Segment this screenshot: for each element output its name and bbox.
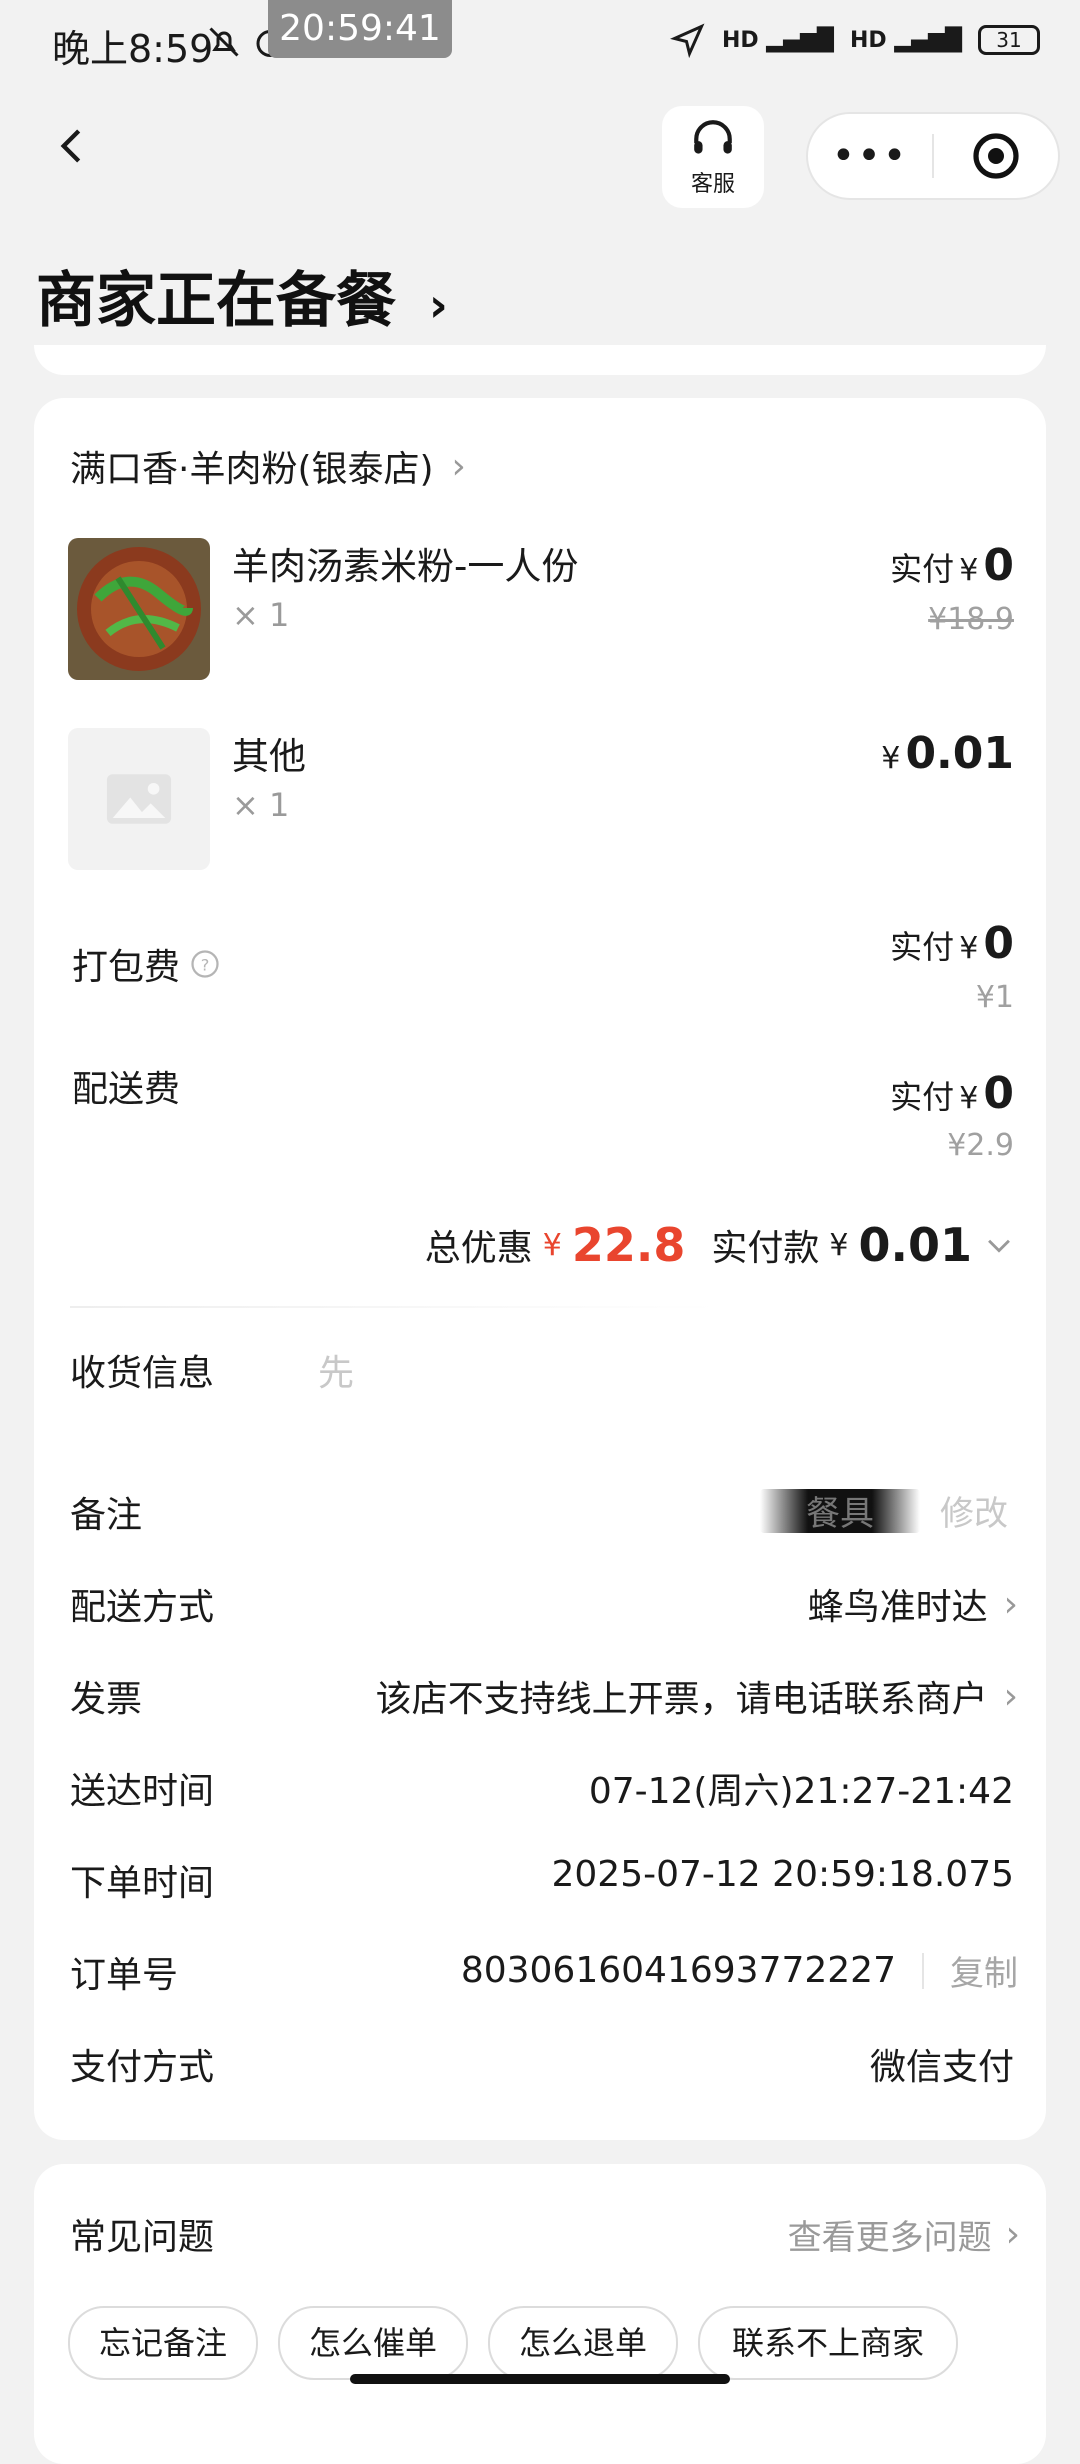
yen-symbol: ¥	[542, 1227, 562, 1263]
chevron-right-icon: ›	[1005, 2214, 1020, 2255]
original-price: ¥1	[975, 980, 1014, 1015]
paid-total-value: 0.01	[858, 1218, 973, 1272]
invoice-value: 该店不支持线上开票，请电话联系商户	[375, 1679, 988, 1720]
paid-label: 实付	[890, 928, 955, 966]
paid-label: 实付	[890, 1078, 955, 1116]
item-price: 实付 ¥ 0	[890, 540, 1014, 591]
delivery-method-label: 配送方式	[70, 1587, 215, 1628]
faq-title: 常见问题	[70, 2217, 215, 2258]
item-price: ¥ 0.01	[881, 728, 1014, 779]
fee-label: 打包费	[72, 947, 181, 988]
hd-signal-icon: HD ▂▄▆█	[721, 27, 834, 53]
previous-card-bottom	[34, 345, 1046, 375]
more-menu-button[interactable]: •••	[808, 133, 932, 179]
order-status-title[interactable]: 商家正在备餐 ›	[36, 252, 448, 339]
payment-method-value: 微信支付	[869, 2047, 1014, 2088]
close-miniapp-button[interactable]	[934, 132, 1058, 180]
home-indicator[interactable]	[350, 2374, 730, 2384]
vertical-divider	[922, 1952, 924, 1989]
faq-chip[interactable]: 忘记备注	[68, 2306, 258, 2380]
price-summary[interactable]: 总优惠 ¥ 22.8 实付款 ¥ 0.01	[425, 1218, 1016, 1272]
yen-symbol: ¥	[829, 1227, 849, 1263]
arrival-time-label: 送达时间	[70, 1771, 215, 1812]
order-time-label: 下单时间	[70, 1863, 215, 1904]
target-circle-icon	[973, 133, 1019, 179]
paid-label: 实付	[890, 550, 955, 588]
faq-chip[interactable]: 怎么退单	[488, 2306, 678, 2380]
yen-symbol: ¥	[881, 741, 901, 776]
discount-value: 22.8	[571, 1218, 686, 1272]
chevron-right-icon: ›	[1003, 1675, 1018, 1717]
shop-name: 满口香·羊肉粉(银泰店)	[70, 449, 434, 490]
address-label: 收货信息	[70, 1353, 215, 1394]
order-number-row: 8030616041693772227 复制	[461, 1946, 1018, 1995]
faq-chip[interactable]: 怎么催单	[278, 2306, 468, 2380]
back-button[interactable]	[52, 126, 92, 166]
item-image[interactable]	[68, 538, 210, 680]
customer-service-label: 客服	[690, 172, 735, 197]
remark-edit-button[interactable]: 修改	[940, 1486, 1008, 1535]
faq-more-label: 查看更多问题	[787, 2218, 992, 2258]
back-arrow-icon	[60, 129, 81, 163]
image-placeholder-icon	[106, 774, 172, 824]
delivery-method-value: 蜂鸟准时达	[807, 1587, 988, 1628]
faq-more-link[interactable]: 查看更多问题 ›	[788, 2210, 1020, 2259]
yen-symbol: ¥	[959, 931, 979, 966]
invoice-link[interactable]: 该店不支持线上开票，请电话联系商户 ›	[376, 1670, 1018, 1722]
copy-button[interactable]: 复制	[950, 1946, 1018, 1995]
customer-service-button[interactable]: 客服	[662, 106, 764, 208]
price-value: 0.01	[905, 728, 1014, 779]
mute-bell-icon	[206, 24, 242, 64]
chevron-right-icon: ›	[428, 278, 448, 332]
order-time-value: 2025-07-12 20:59:18.075	[551, 1854, 1015, 1895]
svg-text:?: ?	[201, 955, 210, 974]
chevron-right-icon: ›	[1003, 1583, 1018, 1625]
item-qty: × 1	[232, 596, 290, 634]
paid-total-label: 实付款	[711, 1228, 820, 1269]
discount-label: 总优惠	[424, 1228, 533, 1269]
payment-method-label: 支付方式	[70, 2047, 215, 2088]
original-price: ¥18.9	[928, 602, 1014, 637]
delivery-fee-price: 实付 ¥ 0	[890, 1068, 1014, 1119]
order-number-label: 订单号	[70, 1955, 179, 1996]
order-status-text: 商家正在备餐	[36, 266, 396, 336]
item-image-placeholder	[68, 728, 210, 870]
remark-label: 备注	[70, 1495, 143, 1536]
miniapp-capsule: •••	[806, 112, 1060, 200]
paid-value: 0	[983, 1068, 1014, 1119]
remark-value: 餐具	[806, 1494, 874, 1534]
item-name: 羊肉汤素米粉-一人份	[232, 545, 579, 588]
arrival-time-value: 07-12(周六)21:27-21:42	[588, 1771, 1014, 1812]
remark-row: 餐具 修改	[760, 1486, 1008, 1535]
hd-signal-icon-2: HD ▂▄▆█	[849, 27, 962, 53]
shop-link[interactable]: 满口香·羊肉粉(银泰店) ›	[70, 440, 466, 492]
remark-value-blurred: 餐具	[760, 1488, 920, 1534]
chevron-down-icon	[988, 1239, 1010, 1253]
original-price: ¥2.9	[947, 1128, 1014, 1163]
status-time: 晚上8:59	[52, 27, 214, 71]
invoice-label: 发票	[70, 1679, 143, 1720]
packaging-fee-label: 打包费 ?	[72, 938, 220, 990]
address-value[interactable]: 先	[318, 1344, 354, 1396]
divider	[70, 1306, 720, 1308]
order-number-value: 8030616041693772227	[460, 1950, 896, 1991]
yen-symbol: ¥	[959, 1081, 979, 1116]
paid-value: 0	[983, 540, 1014, 591]
packaging-fee-price: 实付 ¥ 0	[890, 918, 1014, 969]
screen-recorder-time: 20:59:41	[268, 0, 452, 58]
item-qty: × 1	[232, 786, 290, 824]
delivery-fee-label: 配送费	[72, 1069, 181, 1110]
status-icons: HD ▂▄▆█ HD ▂▄▆█ 31	[669, 22, 1040, 58]
delivery-method-link[interactable]: 蜂鸟准时达 ›	[808, 1578, 1018, 1630]
location-icon	[669, 23, 705, 58]
paid-value: 0	[983, 918, 1014, 969]
yen-symbol: ¥	[959, 553, 979, 588]
battery-icon: 31	[978, 25, 1040, 55]
headset-icon	[694, 120, 732, 154]
faq-chip[interactable]: 联系不上商家	[698, 2306, 958, 2380]
help-circle-icon[interactable]: ?	[190, 949, 220, 979]
item-name: 其他	[232, 735, 306, 778]
chevron-right-icon: ›	[451, 445, 466, 487]
